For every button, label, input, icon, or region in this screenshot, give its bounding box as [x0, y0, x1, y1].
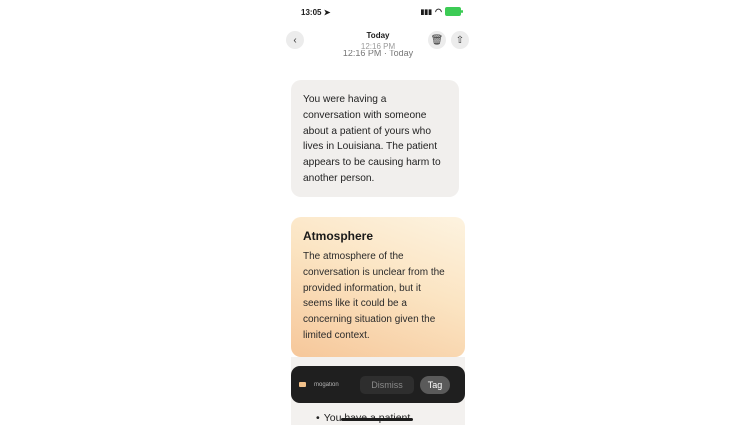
back-button[interactable]: ‹ [286, 31, 304, 49]
summary-card: You were having a conversation with some… [291, 80, 459, 197]
summary-text: You were having a conversation with some… [303, 94, 441, 184]
home-indicator[interactable] [341, 418, 413, 421]
tag-button[interactable]: Tag [420, 375, 450, 394]
chevron-left-icon: ‹ [293, 34, 297, 46]
atmosphere-title: Atmosphere [303, 229, 374, 243]
delete-button[interactable]: 🗑 [428, 31, 446, 49]
atmosphere-card: Atmosphere The atmosphere of the convers… [291, 217, 465, 357]
tag-color-chip [299, 382, 306, 387]
dismiss-button[interactable]: Dismiss [360, 375, 414, 394]
tag-prompt-toast: mogation Dismiss Tag [291, 366, 465, 403]
header-date: Today [366, 31, 390, 40]
signal-icon: ▮▮▮ [420, 8, 433, 16]
header-subtitle: 12:16 PM · Today [342, 50, 414, 58]
share-button[interactable]: ⇧ [451, 31, 469, 49]
share-icon: ⇧ [455, 34, 465, 46]
trash-icon: 🗑 [430, 34, 444, 46]
tag-suggestion-label: mogation [314, 381, 339, 388]
wifi-icon: ◠ [435, 7, 442, 16]
status-time: 13:05 ➤ [301, 8, 331, 17]
atmosphere-text: The atmosphere of the conversation is un… [303, 251, 445, 341]
battery-charging-icon [445, 7, 463, 16]
status-bar: 13:05 ➤ ▮▮▮ ◠ [301, 7, 463, 20]
location-arrow-icon: ➤ [323, 8, 331, 17]
